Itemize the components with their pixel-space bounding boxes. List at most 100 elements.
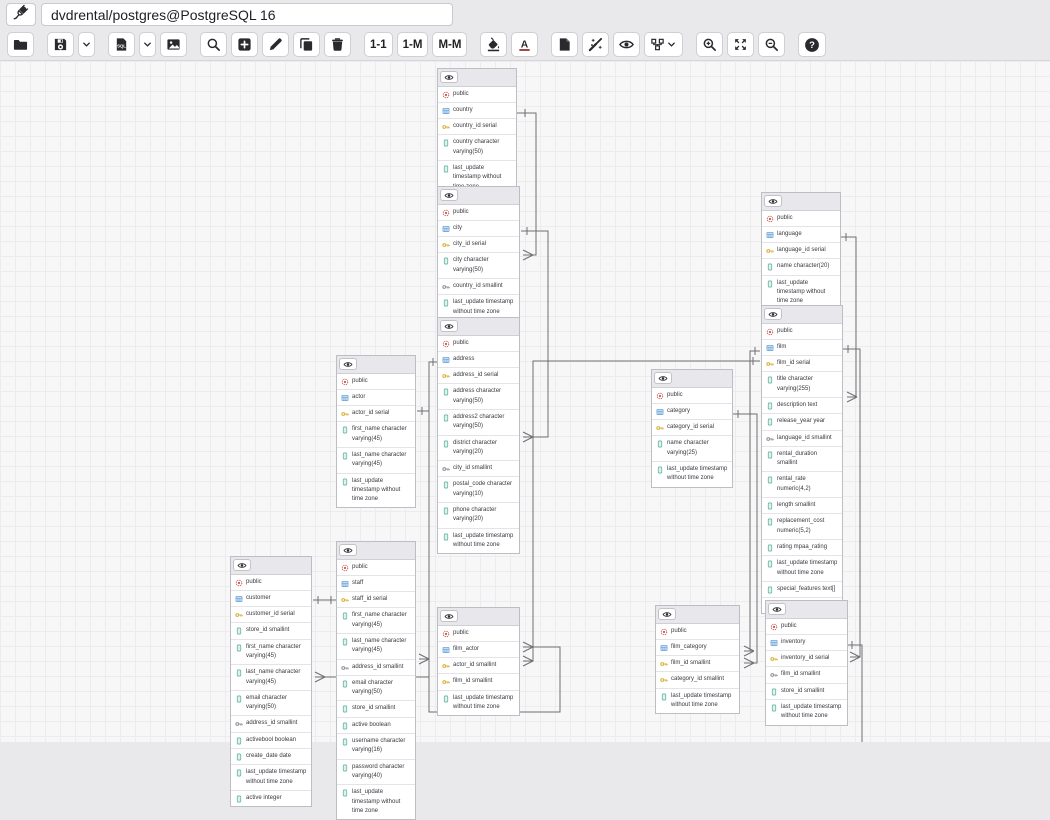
column-icon bbox=[341, 478, 349, 486]
table-node-film[interactable]: publicfilmfilm_id serialtitle character … bbox=[761, 305, 843, 614]
table-icon bbox=[442, 646, 450, 654]
column-row: city_id serial bbox=[438, 236, 519, 252]
column-icon bbox=[766, 518, 774, 526]
column-row: last_name character varying(45) bbox=[231, 664, 311, 690]
column-icon bbox=[442, 695, 450, 703]
column-row: release_year year bbox=[762, 413, 842, 429]
table-node-film_category[interactable]: publicfilm_categoryfilm_id smallintcateg… bbox=[655, 605, 740, 714]
column-row: last_update timestamp without time zone bbox=[766, 699, 847, 725]
column-row: last_name character varying(45) bbox=[337, 633, 415, 659]
column-icon bbox=[341, 764, 349, 772]
column-row: active boolean bbox=[337, 717, 415, 733]
column-row: create_date date bbox=[231, 748, 311, 764]
table-node-staff[interactable]: publicstaffstaff_id serialfirst_name cha… bbox=[336, 541, 416, 820]
table-node-header bbox=[762, 193, 840, 211]
column-row: district character varying(20) bbox=[438, 435, 519, 461]
column-row: name character varying(25) bbox=[652, 435, 732, 461]
column-icon bbox=[442, 440, 450, 448]
primary-key-icon bbox=[442, 241, 450, 249]
show-columns-eye-button[interactable] bbox=[440, 320, 458, 332]
column-icon bbox=[341, 612, 349, 620]
column-row: language_id serial bbox=[762, 242, 840, 258]
show-columns-eye-button[interactable] bbox=[440, 189, 458, 201]
table-icon bbox=[770, 639, 778, 647]
primary-key-icon bbox=[766, 247, 774, 255]
column-row: staff_id serial bbox=[337, 591, 415, 607]
column-row: last_update timestamp without time zone bbox=[337, 473, 415, 508]
column-icon bbox=[442, 481, 450, 489]
column-row: first_name character varying(45) bbox=[231, 639, 311, 665]
column-icon bbox=[341, 680, 349, 688]
column-row: first_name character varying(45) bbox=[337, 607, 415, 633]
table-icon bbox=[766, 344, 774, 352]
schema-row: public bbox=[762, 211, 840, 226]
column-icon bbox=[770, 704, 778, 712]
column-row: last_update timestamp without time zone bbox=[438, 528, 519, 554]
column-icon bbox=[341, 789, 349, 797]
column-icon bbox=[341, 705, 349, 713]
table-node-header bbox=[438, 318, 519, 336]
show-columns-eye-button[interactable] bbox=[440, 71, 458, 83]
table-name-row: country bbox=[438, 102, 516, 118]
table-node-customer[interactable]: publiccustomercustomer_id serialstore_id… bbox=[230, 556, 312, 807]
table-icon bbox=[766, 231, 774, 239]
column-row: actor_id smallint bbox=[438, 657, 519, 673]
show-columns-eye-button[interactable] bbox=[764, 308, 782, 320]
table-node-film_actor[interactable]: publicfilm_actoractor_id smallintfilm_id… bbox=[437, 607, 520, 716]
foreign-key-icon bbox=[442, 465, 450, 473]
table-name-row: staff bbox=[337, 575, 415, 591]
show-columns-eye-button[interactable] bbox=[233, 559, 251, 571]
column-icon bbox=[442, 388, 450, 396]
column-row: city character varying(50) bbox=[438, 252, 519, 278]
column-icon bbox=[766, 502, 774, 510]
schema-icon bbox=[341, 564, 349, 572]
schema-row: public bbox=[438, 336, 519, 351]
schema-row: public bbox=[438, 205, 519, 220]
column-row: username character varying(16) bbox=[337, 733, 415, 759]
column-icon bbox=[341, 452, 349, 460]
column-row: email character varying(50) bbox=[231, 690, 311, 716]
column-row: customer_id serial bbox=[231, 606, 311, 622]
table-node-header bbox=[337, 356, 415, 374]
table-node-header bbox=[337, 542, 415, 560]
table-node-header bbox=[438, 69, 516, 87]
show-columns-eye-button[interactable] bbox=[339, 544, 357, 556]
show-columns-eye-button[interactable] bbox=[440, 610, 458, 622]
column-row: replacement_cost numeric(5,2) bbox=[762, 513, 842, 539]
schema-row: public bbox=[231, 575, 311, 590]
column-row: postal_code character varying(10) bbox=[438, 476, 519, 502]
table-icon bbox=[341, 580, 349, 588]
table-icon bbox=[656, 408, 664, 416]
show-columns-eye-button[interactable] bbox=[768, 603, 786, 615]
table-node-city[interactable]: publiccitycity_id serialcity character v… bbox=[437, 186, 520, 321]
column-row: store_id smallint bbox=[766, 683, 847, 699]
column-icon bbox=[341, 722, 349, 730]
show-columns-eye-button[interactable] bbox=[658, 608, 676, 620]
table-name-row: film_category bbox=[656, 639, 739, 655]
table-name-row: actor bbox=[337, 389, 415, 405]
column-row: country character varying(50) bbox=[438, 134, 516, 160]
table-node-country[interactable]: publiccountrycountry_id serialcountry ch… bbox=[437, 68, 517, 196]
column-row: last_update timestamp without time zone bbox=[652, 461, 732, 487]
table-icon bbox=[660, 644, 668, 652]
show-columns-eye-button[interactable] bbox=[764, 195, 782, 207]
column-icon bbox=[656, 440, 664, 448]
table-node-header bbox=[766, 601, 847, 619]
schema-row: public bbox=[652, 388, 732, 403]
column-icon bbox=[766, 376, 774, 384]
table-node-actor[interactable]: publicactoractor_id serialfirst_name cha… bbox=[336, 355, 416, 508]
column-icon bbox=[235, 669, 243, 677]
table-node-inventory[interactable]: publicinventoryinventory_id serialfilm_i… bbox=[765, 600, 848, 726]
show-columns-eye-button[interactable] bbox=[654, 372, 672, 384]
table-node-language[interactable]: publiclanguagelanguage_id serialname cha… bbox=[761, 192, 841, 311]
column-row: store_id smallint bbox=[231, 622, 311, 638]
column-icon bbox=[235, 795, 243, 803]
schema-icon bbox=[766, 328, 774, 336]
column-icon bbox=[770, 688, 778, 696]
column-icon bbox=[442, 139, 450, 147]
table-node-address[interactable]: publicaddressaddress_id serialaddress ch… bbox=[437, 317, 520, 554]
column-icon bbox=[442, 507, 450, 515]
show-columns-eye-button[interactable] bbox=[339, 358, 357, 370]
foreign-key-icon bbox=[766, 435, 774, 443]
table-node-category[interactable]: publiccategorycategory_id serialname cha… bbox=[651, 369, 733, 488]
